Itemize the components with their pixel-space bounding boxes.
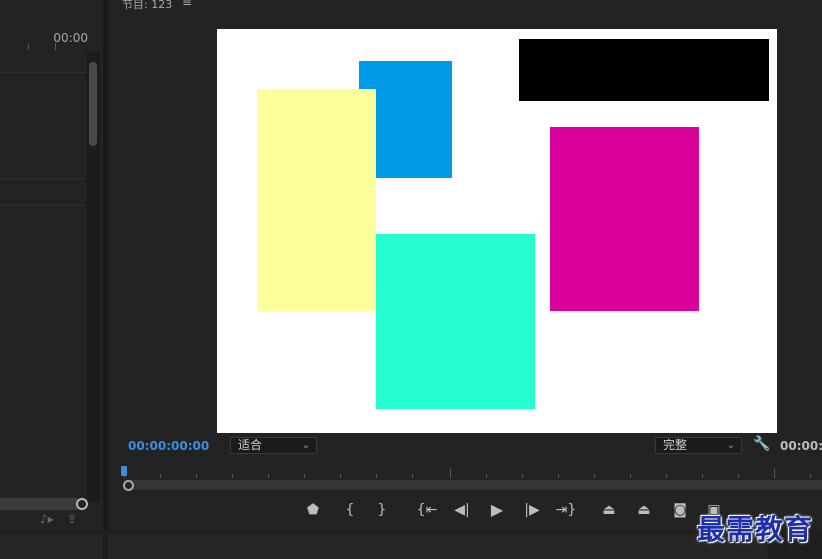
ruler-tick (340, 474, 341, 478)
zoom-scroll-handle[interactable] (123, 480, 134, 491)
left-horizontal-scrollbar[interactable] (0, 498, 78, 510)
program-monitor-title[interactable]: 节目: 123 (122, 0, 172, 12)
ruler-tick (486, 474, 487, 478)
ruler-tick (232, 474, 233, 478)
track-divider (0, 72, 86, 73)
settings-wrench-icon[interactable]: 🔧 (753, 436, 770, 452)
zoom-level-value: 适合 (238, 438, 263, 452)
yellow-rect (257, 89, 376, 311)
go-to-out-button[interactable]: ⇥} (555, 500, 577, 520)
zoom-level-select[interactable]: 适合 ⌄ (230, 437, 317, 454)
left-panel: 00:00 ♪▸ ⇪ (0, 0, 103, 530)
black-rect (519, 39, 769, 101)
export-frame-button[interactable]: ◙ (669, 500, 691, 520)
watermark-logo: 最需教育 (697, 513, 814, 546)
left-zoom-handle[interactable] (76, 498, 88, 510)
ruler-tick (450, 468, 451, 478)
ruler-tick (810, 474, 811, 478)
left-ruler-time: 00:00 (53, 31, 88, 45)
left-scroll-thumb[interactable] (89, 62, 97, 146)
export-icon[interactable]: ⇪ (67, 512, 77, 526)
ruler-tick (594, 474, 595, 478)
ruler-tick (666, 474, 667, 478)
step-forward-button[interactable]: |▶ (521, 500, 543, 520)
ruler-tick (774, 468, 775, 478)
cyan-rect (376, 234, 535, 409)
track-divider (0, 178, 86, 179)
add-marker-button[interactable]: ⬟ (302, 500, 324, 520)
mark-in-button[interactable]: { (339, 500, 361, 520)
program-monitor: 节目: 123 ≡ 00:00:00:00 适合 ⌄ 完整 ⌄ 🔧 00:00: (108, 0, 822, 530)
playhead-marker[interactable] (121, 466, 127, 476)
program-zoom-scrollbar[interactable] (124, 480, 822, 490)
video-frame[interactable] (217, 29, 777, 433)
playhead-timecode[interactable]: 00:00:00:00 (128, 439, 209, 453)
playback-resolution-value: 完整 (663, 438, 688, 452)
duration-timecode: 00:00: (780, 439, 822, 453)
premiere-workspace: 00:00 ♪▸ ⇪ 节目: 123 ≡ 00:00:00:00 适合 ⌄ 完整… (0, 0, 822, 559)
playback-resolution-select[interactable]: 完整 ⌄ (655, 437, 742, 454)
bottom-panel-left (0, 534, 102, 559)
track-divider (0, 205, 86, 206)
left-vertical-scrollbar[interactable] (86, 52, 100, 502)
left-time-ruler[interactable]: 00:00 (0, 26, 94, 50)
step-back-button[interactable]: ◀| (451, 500, 473, 520)
bottom-panel-center (108, 534, 768, 559)
play-button[interactable]: ▶ (486, 500, 508, 520)
go-to-in-button[interactable]: {⇤ (416, 500, 438, 520)
mark-out-button[interactable]: } (371, 500, 393, 520)
magenta-rect (550, 127, 699, 311)
extract-button[interactable]: ⏏ (633, 500, 655, 520)
lift-button[interactable]: ⏏ (598, 500, 620, 520)
ruler-tick (376, 474, 377, 478)
ruler-tick (522, 474, 523, 478)
ruler-tick (28, 43, 29, 50)
program-time-ruler[interactable] (124, 464, 822, 478)
ruler-tick (196, 474, 197, 478)
chevron-down-icon: ⌄ (726, 440, 735, 451)
ruler-tick (268, 474, 269, 478)
hamburger-icon[interactable]: ≡ (182, 0, 192, 9)
ruler-tick (738, 474, 739, 478)
ruler-tick (702, 474, 703, 478)
ruler-tick (630, 474, 631, 478)
ruler-tick (412, 474, 413, 478)
audio-to-track-icon[interactable]: ♪▸ (40, 512, 54, 526)
ruler-tick (160, 474, 161, 478)
ruler-tick (558, 474, 559, 478)
chevron-down-icon: ⌄ (301, 440, 310, 451)
ruler-tick (304, 474, 305, 478)
